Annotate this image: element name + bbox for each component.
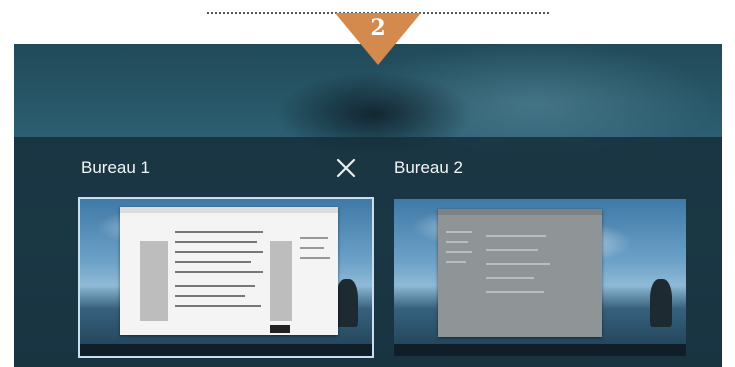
desktop-1-thumbnail[interactable] [80, 199, 372, 356]
step-number: 2 [370, 15, 386, 41]
rock-silhouette [650, 279, 672, 327]
word-window-preview [120, 207, 338, 335]
mini-taskbar [80, 344, 372, 356]
close-icon[interactable] [332, 154, 360, 182]
desktop-2-thumbnail[interactable] [394, 199, 686, 356]
mini-taskbar [394, 344, 686, 356]
desktop-2-label: Bureau 2 [394, 158, 463, 177]
rock-silhouette [336, 279, 358, 327]
settings-window-preview [438, 209, 602, 337]
desktop-1-label: Bureau 1 [81, 158, 150, 177]
